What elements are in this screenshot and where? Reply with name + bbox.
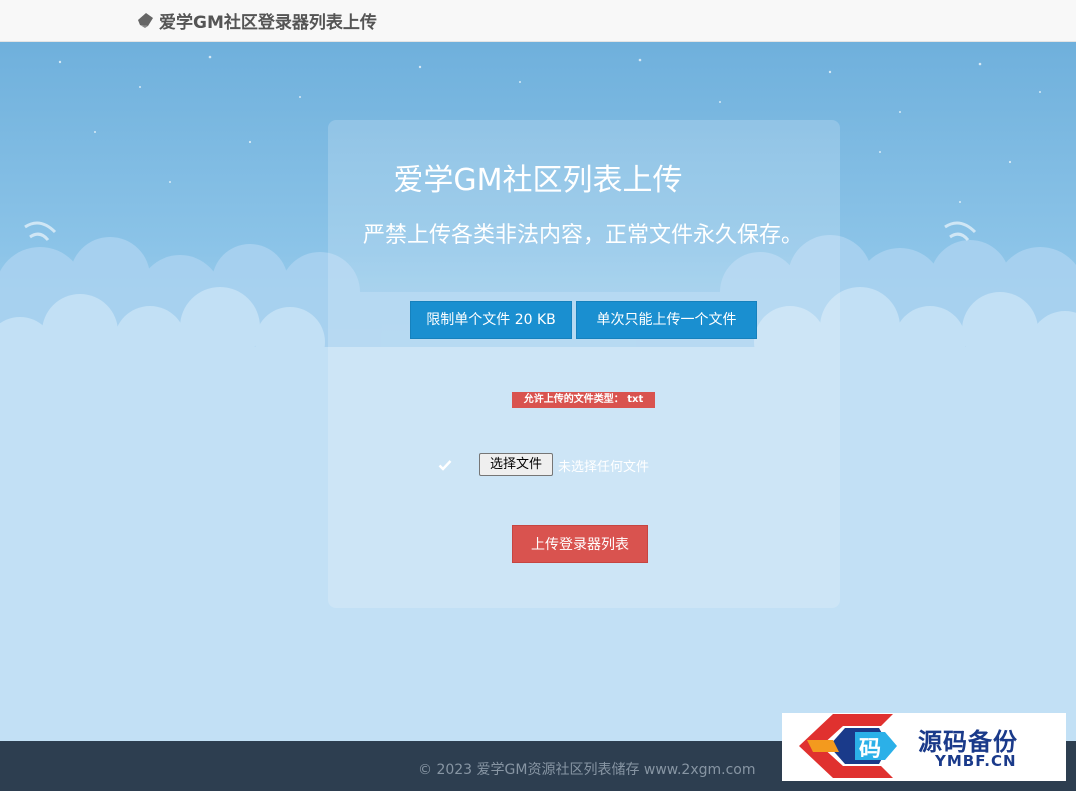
check-icon — [438, 460, 452, 471]
upload-list-button[interactable]: 上传登录器列表 — [512, 525, 648, 563]
file-size-limit-button[interactable]: 限制单个文件 20 KB — [410, 301, 572, 339]
footer-copyright: © 2023 爱学GM资源社区列表储存 www.2xgm.com — [418, 762, 756, 778]
brand-title: 爱学GM社区登录器列表上传 — [159, 12, 377, 33]
watermark-logo: 码 — [799, 714, 897, 778]
brand-link[interactable]: 爱学GM社区登录器列表上传 — [136, 8, 377, 33]
file-status-text: 未选择任何文件 — [558, 460, 650, 475]
panel-title: 爱学GM社区列表上传 — [393, 163, 683, 198]
single-file-button[interactable]: 单次只能上传一个文件 — [576, 301, 757, 339]
watermark-domain: YMBF.CN — [935, 752, 1017, 770]
pen-icon — [138, 13, 153, 28]
top-navbar: 爱学GM社区登录器列表上传 — [0, 0, 1076, 42]
choose-file-button[interactable]: 选择文件 — [479, 453, 553, 476]
panel-subtitle: 严禁上传各类非法内容，正常文件永久保存。 — [362, 223, 803, 248]
allowed-types-badge: 允许上传的文件类型： txt — [512, 392, 655, 408]
watermark-logo-char: 码 — [859, 737, 881, 762]
